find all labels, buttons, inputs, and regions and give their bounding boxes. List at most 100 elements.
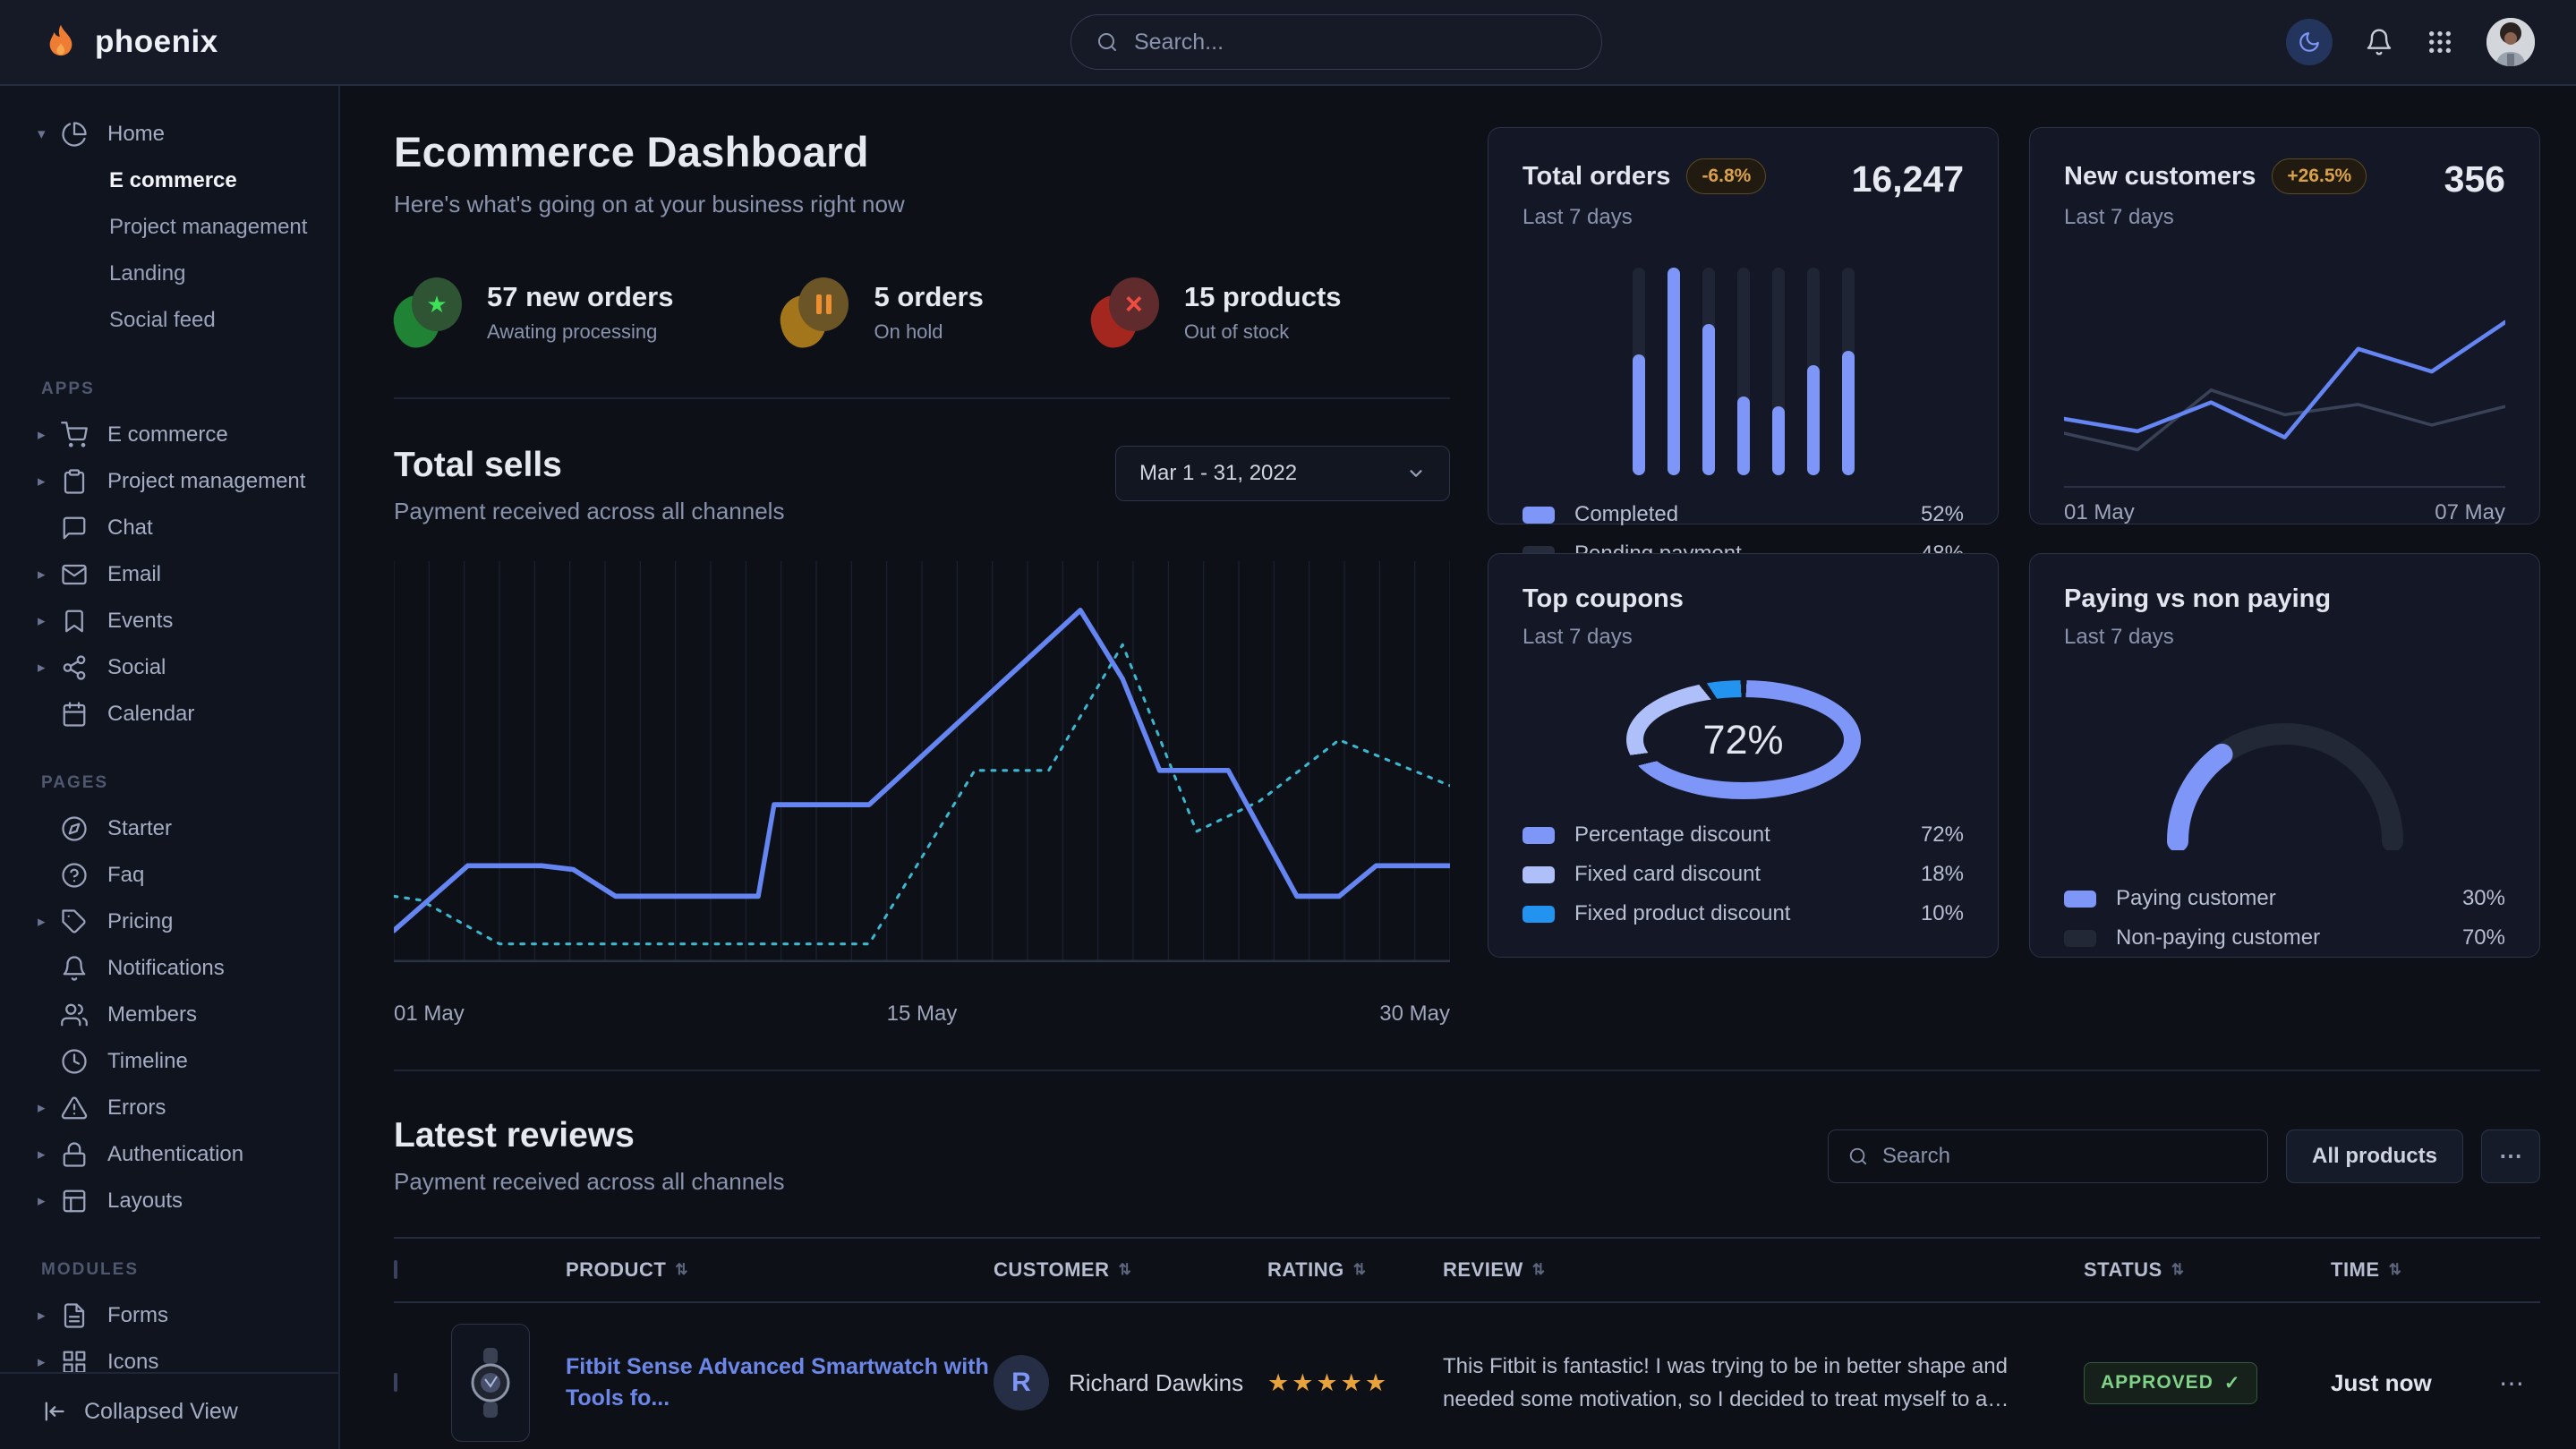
customer-name: Richard Dawkins xyxy=(1069,1369,1243,1397)
sidebar-item-label: Timeline xyxy=(107,1049,188,1074)
legend-swatch xyxy=(2064,930,2096,947)
sidebar-item-e-commerce[interactable]: ▸E commerce xyxy=(0,412,338,458)
total-sells-chart[interactable] xyxy=(394,561,1450,989)
legend-label: Fixed card discount xyxy=(1574,862,1761,887)
sidebar-item-project-management[interactable]: ▸ Project management xyxy=(0,458,338,505)
order-bar-4 xyxy=(1737,268,1750,475)
sidebar-item-timeline[interactable]: Timeline xyxy=(0,1038,338,1085)
brand-logo[interactable]: phoenix xyxy=(41,22,218,62)
sidebar-item-label: Calendar xyxy=(107,702,194,727)
stat-value: 15 products xyxy=(1184,281,1342,313)
sidebar-item-forms[interactable]: ▸Forms xyxy=(0,1292,338,1339)
x-label-end: 30 May xyxy=(1379,1002,1450,1027)
top-coupons-subtitle: Last 7 days xyxy=(1523,625,1684,650)
customer-avatar[interactable]: R xyxy=(994,1355,1049,1411)
sidebar-item-email[interactable]: ▸Email xyxy=(0,551,338,598)
donut-center-label: 72% xyxy=(1702,717,1783,763)
new-customers-x-labels: 01 May 07 May xyxy=(2064,500,2505,525)
sidebar-item-faq[interactable]: Faq xyxy=(0,852,338,899)
sort-icon: ⇅ xyxy=(2171,1261,2185,1279)
sidebar-item-errors[interactable]: ▸Errors xyxy=(0,1085,338,1131)
legend-completed: Completed52% xyxy=(1523,502,1964,527)
sidebar-item-label: Faq xyxy=(107,863,144,888)
total-orders-bar-chart[interactable] xyxy=(1523,268,1964,475)
collapse-sidebar-button[interactable]: Collapsed View xyxy=(0,1372,338,1449)
sidebar-item-social[interactable]: ▸Social xyxy=(0,644,338,691)
sidebar-item-layouts[interactable]: ▸ Layouts xyxy=(0,1178,338,1224)
product-thumbnail-smartwatch[interactable] xyxy=(451,1324,530,1442)
sidebar-item-label: Email xyxy=(107,562,161,587)
row-menu-button[interactable]: ⋯ xyxy=(2483,1368,2540,1398)
select-all-checkbox[interactable] xyxy=(394,1260,397,1279)
legend-fixed-card-discount: Fixed card discount18% xyxy=(1523,862,1964,887)
bell-icon xyxy=(2365,28,2393,56)
column-rating[interactable]: RATING⇅ xyxy=(1267,1258,1443,1282)
reviews-search-input[interactable] xyxy=(1882,1144,2248,1169)
calendar-icon xyxy=(61,701,88,728)
sidebar-item-pricing[interactable]: ▸Pricing xyxy=(0,899,338,945)
new-customers-value: 356 xyxy=(2444,158,2505,200)
reviews-menu-button[interactable]: ⋯ xyxy=(2481,1129,2540,1183)
cell-select xyxy=(394,1375,451,1391)
row-checkbox[interactable] xyxy=(394,1373,397,1392)
stat-caption: On hold xyxy=(874,320,983,344)
nc-x-start: 01 May xyxy=(2064,500,2135,525)
sidebar-item-calendar[interactable]: Calendar xyxy=(0,691,338,737)
app-shell: ▾HomeE commerceProject managementLanding… xyxy=(0,86,2576,1449)
order-bar-3 xyxy=(1702,268,1715,475)
global-search[interactable] xyxy=(1070,14,1602,70)
column-product[interactable]: PRODUCT⇅ xyxy=(566,1258,994,1282)
legend-non-paying-customer: Non-paying customer70% xyxy=(2064,925,2505,950)
sidebar-item-starter[interactable]: Starter xyxy=(0,805,338,852)
sidebar-subitem-e-commerce[interactable]: E commerce xyxy=(0,158,338,204)
sort-icon: ⇅ xyxy=(1532,1261,1546,1279)
column-time[interactable]: TIME⇅ xyxy=(2331,1258,2483,1282)
sidebar-subitem-social-feed[interactable]: Social feed xyxy=(0,297,338,344)
theme-toggle-button[interactable] xyxy=(2286,19,2333,65)
sidebar-item-label: Chat xyxy=(107,516,153,541)
user-avatar[interactable] xyxy=(2486,18,2535,66)
paying-gauge-chart[interactable] xyxy=(2151,707,2419,850)
star-icon: ★ xyxy=(394,277,462,347)
product-link[interactable]: Fitbit Sense Advanced Smartwatch with To… xyxy=(566,1354,989,1411)
legend-paying-customer: Paying customer30% xyxy=(2064,886,2505,911)
sidebar-item-label: Project management xyxy=(107,469,305,494)
top-coupons-donut-chart[interactable]: 72% xyxy=(1626,680,1861,799)
column-status[interactable]: STATUS⇅ xyxy=(2084,1258,2331,1282)
order-bar-2 xyxy=(1668,268,1680,475)
column-customer[interactable]: CUSTOMER⇅ xyxy=(994,1258,1267,1282)
sidebar-subitem-landing[interactable]: Landing xyxy=(0,251,338,297)
sidebar-item-label: Layouts xyxy=(107,1189,183,1214)
sidebar-item-home[interactable]: ▾Home xyxy=(0,111,338,158)
total-sells-x-labels: 01 May 15 May 30 May xyxy=(394,1002,1450,1027)
ellipsis-icon: ⋯ xyxy=(2499,1142,2522,1170)
pause-icon xyxy=(780,277,849,347)
caret-right-icon: ▸ xyxy=(38,473,61,490)
legend-swatch xyxy=(1523,906,1555,923)
date-range-select[interactable]: Mar 1 - 31, 2022 xyxy=(1115,446,1450,501)
collapse-label: Collapsed View xyxy=(84,1399,238,1425)
notifications-button[interactable] xyxy=(2365,28,2393,56)
column-review[interactable]: REVIEW⇅ xyxy=(1443,1258,2084,1282)
new-customers-line-chart[interactable] xyxy=(2064,257,2505,488)
sidebar-item-notifications[interactable]: Notifications xyxy=(0,945,338,992)
caret-right-icon: ▸ xyxy=(38,426,61,444)
global-search-input[interactable] xyxy=(1134,30,1576,55)
sidebar-item-chat[interactable]: Chat xyxy=(0,505,338,551)
sidebar-item-events[interactable]: ▸Events xyxy=(0,598,338,644)
sidebar-subitem-project-management[interactable]: Project management xyxy=(0,204,338,251)
reviews-search[interactable] xyxy=(1828,1129,2268,1183)
all-products-button[interactable]: All products xyxy=(2286,1129,2463,1183)
apps-menu-button[interactable] xyxy=(2426,28,2454,56)
total-orders-badge: -6.8% xyxy=(1686,158,1766,194)
reviews-table-body: Fitbit Sense Advanced Smartwatch with To… xyxy=(394,1303,2540,1449)
reviews-table: PRODUCT⇅ CUSTOMER⇅ RATING⇅ REVIEW⇅ STATU… xyxy=(394,1237,2540,1449)
caret-right-icon: ▸ xyxy=(38,659,61,677)
order-bar-fill xyxy=(1807,365,1820,475)
sidebar-item-members[interactable]: Members xyxy=(0,992,338,1038)
caret-right-icon: ▸ xyxy=(38,1192,61,1210)
sidebar-item-authentication[interactable]: ▸Authentication xyxy=(0,1131,338,1178)
total-orders-card: Total orders -6.8% Last 7 days 16,247 Co… xyxy=(1488,127,1999,524)
total-sells-subtitle: Payment received across all channels xyxy=(394,498,784,525)
sidebar-item-icons[interactable]: ▸Icons xyxy=(0,1339,338,1372)
